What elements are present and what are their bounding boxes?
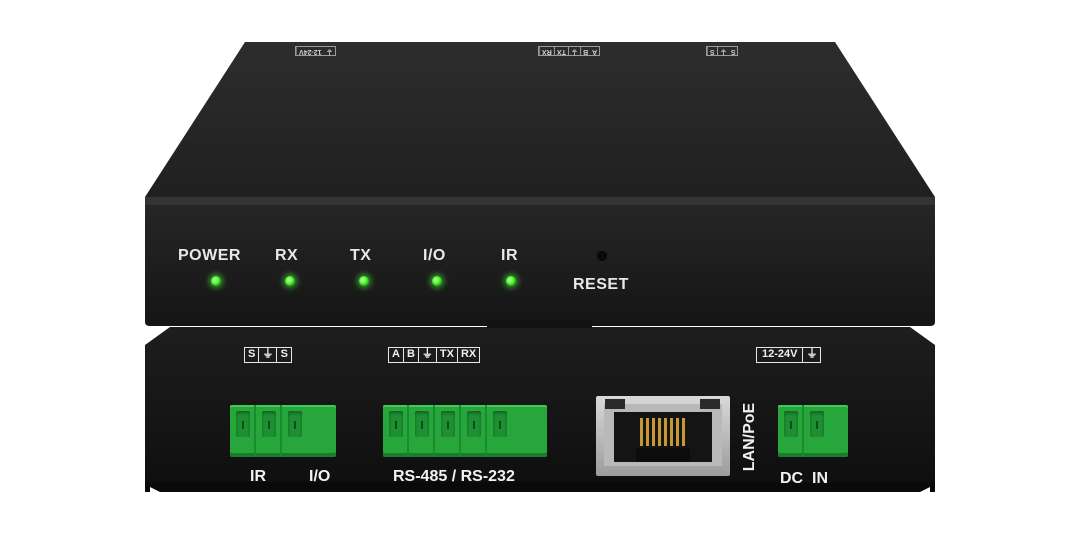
top-label-right-1: ⏚ (716, 47, 729, 55)
port-label-lan: LAN/PoE (741, 402, 758, 472)
top-label-right-2: S (730, 48, 736, 55)
led-rx (285, 276, 295, 286)
pin-label: ⏚ (259, 348, 278, 362)
top-label-right: S ⏚ S (706, 46, 739, 56)
top-label-left: 12-24V ⏚ (295, 46, 336, 56)
top-label-center-4: A (591, 48, 597, 55)
port-label-rs485: RS-485 / RS-232 (393, 468, 515, 485)
led-label-tx: TX (350, 247, 372, 264)
led-ir (506, 276, 516, 286)
led-label-power: POWER (178, 247, 241, 264)
top-label-center-1: TX (553, 47, 568, 55)
pin-labels-ir-io: S ⏚ S (244, 347, 293, 363)
led-label-ir: IR (501, 247, 518, 264)
top-label-left-1: ⏚ (325, 48, 333, 55)
pin-label: B (404, 348, 419, 362)
led-io (432, 276, 442, 286)
top-label-center-2: ⏚ (567, 47, 580, 55)
led-label-rx: RX (275, 247, 299, 264)
front-unit (145, 42, 935, 328)
pin-label: A (389, 348, 404, 362)
pin-labels-serial: A B ⏚ TX RX (388, 347, 481, 363)
reset-button[interactable] (597, 251, 607, 261)
port-label-dc: DC IN (780, 470, 828, 487)
top-label-center-0: RX (539, 47, 554, 55)
pin-label: ⏚ (806, 348, 818, 360)
terminal-block-dc[interactable] (778, 405, 848, 457)
terminal-block-ir-io[interactable] (230, 405, 336, 457)
pin-label: RX (460, 348, 477, 360)
top-label-left-0: 12-24V (296, 47, 324, 55)
port-label-io: I/O (309, 468, 331, 485)
pin-label: ⏚ (419, 348, 437, 362)
pin-label: S (245, 348, 260, 362)
port-label-ir: IR (250, 468, 266, 485)
reset-label: RESET (573, 276, 629, 293)
led-tx (359, 276, 369, 286)
rj45-port (596, 396, 730, 476)
pin-label: S (280, 348, 289, 360)
led-label-io: I/O (423, 247, 446, 264)
top-label-right-0: S (707, 47, 717, 55)
pin-label: TX (437, 348, 458, 362)
led-power (211, 276, 221, 286)
pin-label: 12-24V (757, 348, 804, 362)
top-label-center: RX TX ⏚ B A (538, 46, 600, 56)
top-label-center-3: B (579, 47, 590, 55)
pin-labels-dc: 12-24V ⏚ (756, 347, 822, 363)
terminal-block-serial[interactable] (383, 405, 547, 457)
